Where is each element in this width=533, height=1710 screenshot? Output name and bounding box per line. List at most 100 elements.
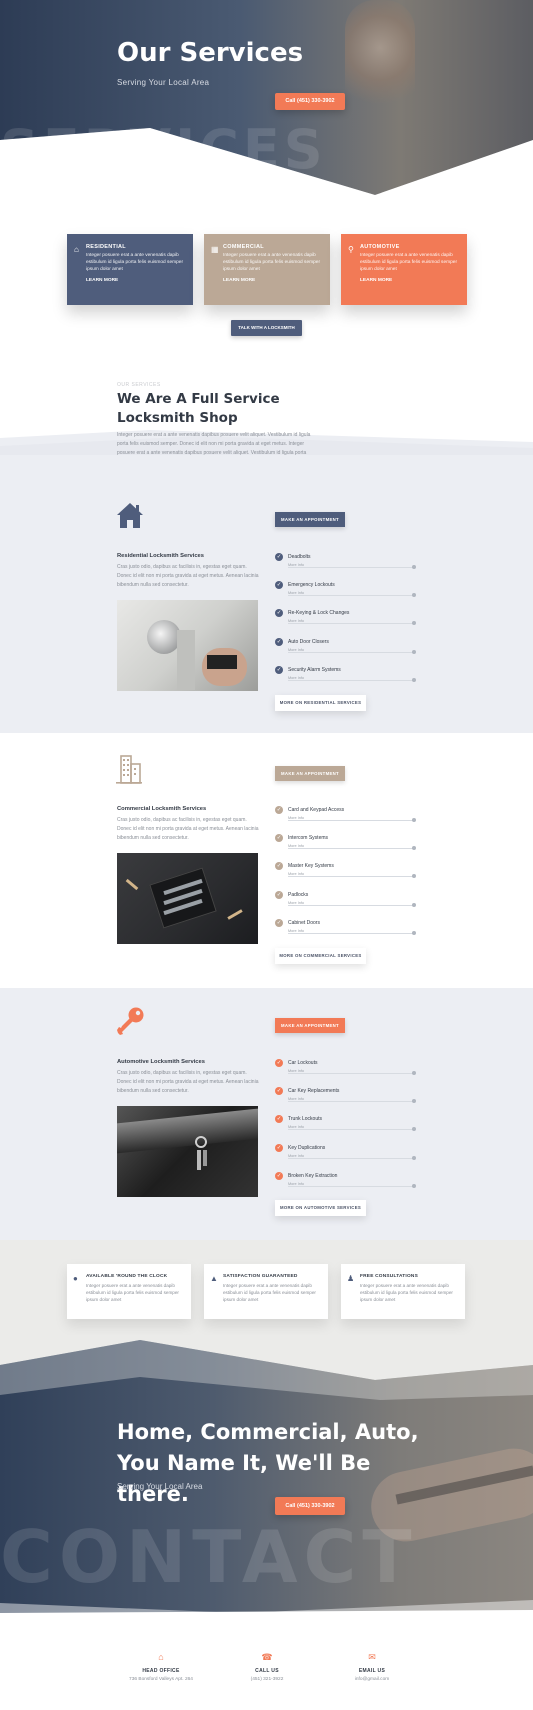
expand-toggle[interactable]: [412, 565, 416, 569]
divider: [288, 651, 415, 653]
expand-toggle[interactable]: [412, 930, 416, 935]
more-automotive-button[interactable]: MORE ON AUTOMOTIVE SERVICES: [275, 1200, 366, 1216]
feature-available: ● AVAILABLE 'ROUND THE CLOCK Integer pos…: [67, 1264, 191, 1319]
checklist-item[interactable]: ✓ Auto Door Closers More Info: [275, 637, 416, 666]
checklist-label: Cabinet Doors: [288, 919, 320, 926]
contact-call-button[interactable]: Call (451) 330-3902: [275, 1497, 345, 1515]
checklist-item[interactable]: ✓ Cabinet Doors More Info: [275, 918, 416, 947]
more-residential-button[interactable]: MORE ON RESIDENTIAL SERVICES: [275, 695, 366, 711]
divider: [288, 595, 415, 597]
expand-toggle[interactable]: [412, 846, 416, 851]
feature-description: Integer posuere erat a ante venenatis da…: [86, 1283, 179, 1302]
checklist-item[interactable]: ✓ Car Key Replacements More Info: [275, 1087, 416, 1115]
automotive-section: [0, 988, 533, 1240]
hero-bottom-divider: [0, 128, 533, 200]
checklist-label: Security Alarm Systems: [288, 666, 341, 673]
divider: [288, 904, 415, 906]
check-icon: ✓: [275, 918, 283, 927]
key-icon: [117, 1007, 144, 1035]
checklist-item[interactable]: ✓ Deadbolts More Info: [275, 553, 416, 581]
check-icon: ✓: [275, 834, 283, 843]
section-overline: OUR SERVICES: [117, 382, 161, 388]
checklist-item[interactable]: ✓ Intercom Systems More Info: [275, 834, 416, 862]
clock-icon: ●: [73, 1274, 78, 1283]
feature-title: AVAILABLE 'ROUND THE CLOCK: [86, 1274, 168, 1279]
checklist-item[interactable]: ✓ Trunk Lockouts More Info: [275, 1115, 416, 1143]
hero-subtitle: Serving Your Local Area: [117, 78, 210, 87]
expand-toggle[interactable]: [412, 677, 416, 682]
card-description: Integer posuere erat a ante venenatis da…: [223, 253, 321, 272]
footer-value: 736 Bonsford Valleys Apt. 264: [129, 1677, 193, 1682]
card-automotive[interactable]: ⚲ AUTOMOTIVE Integer posuere erat a ante…: [341, 234, 467, 305]
footer-value[interactable]: (451) 321-3922: [217, 1677, 317, 1682]
automotive-appointment-button[interactable]: MAKE AN APPOINTMENT: [275, 1018, 345, 1033]
expand-toggle[interactable]: [412, 1183, 416, 1188]
checklist-label: Re-Keying & Lock Changes: [288, 610, 350, 617]
home-icon: ⌂: [158, 1652, 164, 1662]
checklist-item[interactable]: ✓ Padlocks More Info: [275, 890, 416, 919]
check-icon: ✓: [275, 862, 283, 871]
expand-toggle[interactable]: [412, 874, 416, 879]
checklist-item[interactable]: ✓ Emergency Lockouts More Info: [275, 581, 416, 609]
checklist-label: Car Key Replacements: [288, 1088, 340, 1095]
check-icon: ✓: [275, 553, 283, 561]
checklist-item[interactable]: ✓ Car Lockouts More Info: [275, 1059, 416, 1087]
divider: [288, 1101, 415, 1103]
checklist-label: Intercom Systems: [288, 835, 329, 842]
divider: [288, 1157, 415, 1159]
feature-description: Integer posuere erat a ante venenatis da…: [360, 1283, 453, 1302]
checklist-item[interactable]: ✓ Key Duplications More Info: [275, 1143, 416, 1172]
check-icon: ✓: [275, 890, 283, 899]
feature-title: FREE CONSULTATIONS: [360, 1274, 418, 1279]
feature-description: Integer posuere erat a ante venenatis da…: [223, 1283, 316, 1302]
footer-title: HEAD OFFICE: [142, 1668, 180, 1674]
expand-toggle[interactable]: [412, 649, 416, 654]
learn-more-link[interactable]: LEARN MORE: [86, 278, 185, 283]
footer-title: EMAIL US: [358, 1668, 386, 1674]
footer-value[interactable]: info@gmail.com: [322, 1677, 422, 1682]
commercial-appointment-button[interactable]: MAKE AN APPOINTMENT: [275, 766, 345, 781]
hero-call-button[interactable]: Call (451) 330-3902: [275, 93, 345, 110]
divider: [288, 1185, 415, 1187]
residential-section: [0, 455, 533, 733]
card-commercial[interactable]: ▦ COMMERCIAL Integer posuere erat a ante…: [204, 234, 330, 305]
commercial-body: Cras justo odio, dapibus ac facilisis in…: [117, 817, 259, 841]
checklist-label: Emergency Lockouts: [288, 582, 335, 589]
users-icon: ♟: [347, 1274, 355, 1283]
more-commercial-button[interactable]: MORE ON COMMERCIAL SERVICES: [275, 948, 366, 964]
commercial-title: Commercial Locksmith Services: [117, 806, 207, 812]
check-icon: ✓: [275, 1059, 283, 1067]
expand-toggle[interactable]: [412, 1155, 416, 1160]
check-icon: ✓: [275, 637, 283, 646]
checklist-label: Deadbolts: [288, 554, 311, 560]
checklist-label: Auto Door Closers: [288, 638, 329, 645]
checklist-item[interactable]: ✓ Master Key Systems More Info: [275, 862, 416, 890]
checklist-item[interactable]: ✓ Broken Key Extraction More Info: [275, 1171, 416, 1200]
expand-toggle[interactable]: [412, 902, 416, 907]
footer-call-us: ☎ CALL US (451) 321-3922: [217, 1652, 317, 1682]
check-icon: ✓: [275, 1143, 283, 1152]
learn-more-link[interactable]: LEARN MORE: [360, 278, 459, 283]
card-title: RESIDENTIAL: [86, 244, 126, 250]
expand-toggle[interactable]: [412, 1071, 416, 1075]
checklist-label: Padlocks: [288, 891, 309, 898]
learn-more-link[interactable]: LEARN MORE: [223, 278, 322, 283]
house-icon: ⌂: [74, 245, 79, 254]
phone-icon: ☎: [261, 1652, 273, 1662]
footer-head-office: ⌂ HEAD OFFICE 736 Bonsford Valleys Apt. …: [111, 1652, 211, 1682]
checklist-item[interactable]: ✓ Security Alarm Systems More Info: [275, 665, 416, 694]
checklist-item[interactable]: ✓ Re-Keying & Lock Changes More Info: [275, 609, 416, 637]
residential-appointment-button[interactable]: MAKE AN APPOINTMENT: [275, 512, 345, 527]
check-icon: ✓: [275, 806, 283, 814]
card-residential[interactable]: ⌂ RESIDENTIAL Integer posuere erat a ant…: [67, 234, 193, 305]
divider: [288, 1073, 415, 1074]
building-icon: ▦: [211, 245, 219, 254]
checklist-item[interactable]: ✓ Card and Keypad Access More Info: [275, 806, 416, 834]
building-icon: [116, 755, 142, 784]
automotive-title: Automotive Locksmith Services: [117, 1059, 205, 1065]
expand-toggle[interactable]: [412, 818, 416, 822]
automotive-photo: [117, 1106, 258, 1197]
contact-heading-line1: Home, Commercial, Auto,: [117, 1420, 419, 1444]
talk-with-locksmith-button[interactable]: TALK WITH A LOCKSMITH: [231, 320, 302, 336]
thumbs-up-icon: ▲: [210, 1274, 218, 1283]
